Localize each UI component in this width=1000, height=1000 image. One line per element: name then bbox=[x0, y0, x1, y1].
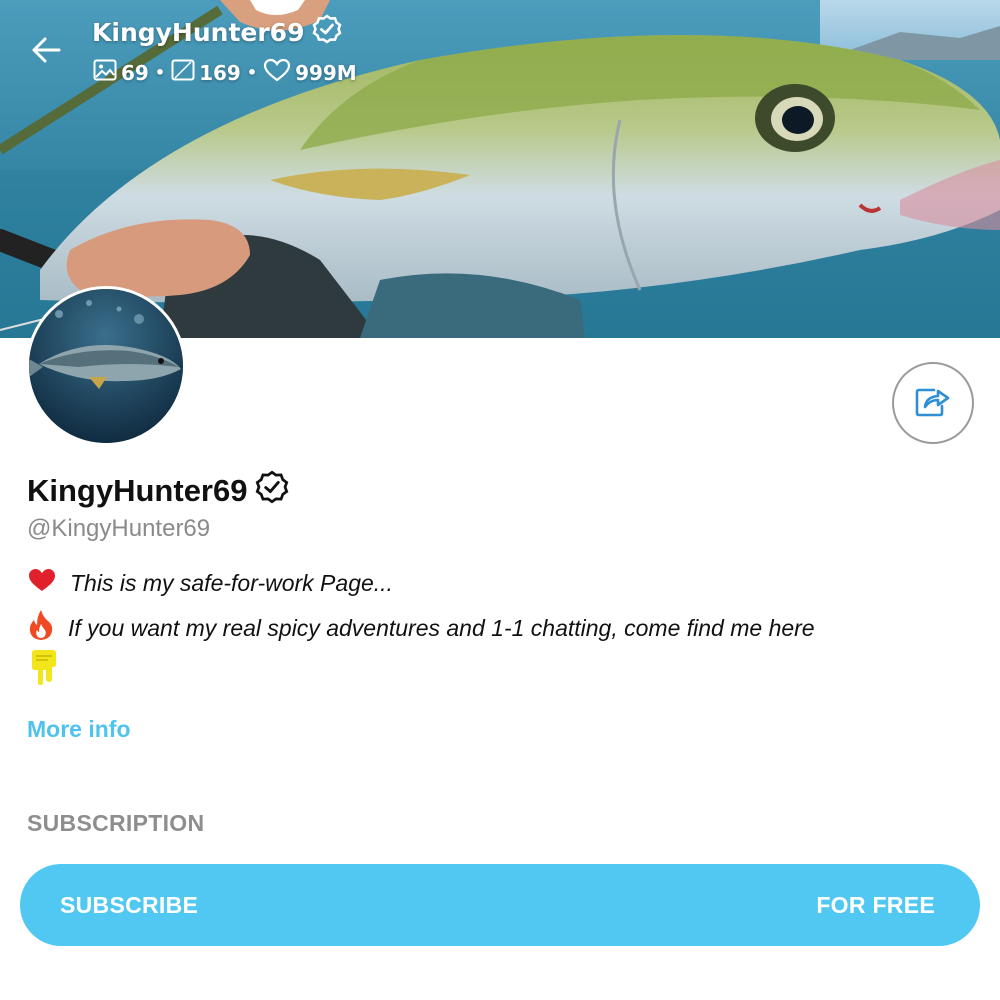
profile-name-text: KingyHunter69 bbox=[27, 473, 248, 508]
photos-count: 69 bbox=[121, 60, 149, 85]
stat-separator: • bbox=[154, 63, 166, 82]
verified-badge-icon bbox=[255, 470, 289, 512]
heart-icon bbox=[28, 568, 56, 598]
stat-separator: • bbox=[246, 63, 258, 82]
avatar[interactable] bbox=[26, 286, 186, 446]
videos-count: 169 bbox=[199, 60, 241, 85]
likes-stat: 999M bbox=[263, 58, 357, 87]
video-icon bbox=[171, 59, 195, 86]
bio-text: This is my safe-for-work Page... bbox=[70, 569, 393, 596]
bio-text: If you want my real spicy adventures and… bbox=[68, 614, 815, 641]
share-button[interactable] bbox=[892, 362, 974, 444]
subscribe-button-label: SUBSCRIBE bbox=[60, 891, 199, 918]
likes-count: 999M bbox=[295, 60, 357, 85]
fire-icon bbox=[28, 609, 54, 647]
avatar-image bbox=[29, 289, 183, 443]
share-icon bbox=[914, 384, 952, 422]
videos-stat: 169 bbox=[171, 59, 241, 86]
profile-handle: @KingyHunter69 bbox=[27, 515, 211, 542]
header-bar: KingyHunter69 69 • 169 • 999M bbox=[0, 0, 1000, 100]
cover-image: KingyHunter69 69 • 169 • 999M bbox=[0, 0, 1000, 338]
header-title-text: KingyHunter69 bbox=[92, 17, 305, 47]
header-title: KingyHunter69 bbox=[92, 14, 342, 50]
heart-outline-icon bbox=[263, 58, 291, 87]
drip-icon bbox=[30, 648, 58, 690]
profile-name: KingyHunter69 bbox=[27, 470, 289, 512]
subscribe-button[interactable]: SUBSCRIBE FOR FREE bbox=[20, 864, 980, 946]
subscribe-price-label: FOR FREE bbox=[816, 891, 935, 918]
verified-badge-icon bbox=[312, 14, 342, 50]
arrow-left-icon[interactable] bbox=[26, 30, 66, 70]
bio-line: If you want my real spicy adventures and… bbox=[28, 609, 815, 647]
photos-stat: 69 bbox=[93, 59, 149, 86]
subscription-section-label: SUBSCRIPTION bbox=[27, 810, 205, 836]
more-info-link[interactable]: More info bbox=[27, 716, 131, 743]
header-stats: 69 • 169 • 999M bbox=[93, 58, 357, 87]
bio-line: This is my safe-for-work Page... bbox=[28, 568, 393, 598]
image-icon bbox=[93, 59, 117, 86]
